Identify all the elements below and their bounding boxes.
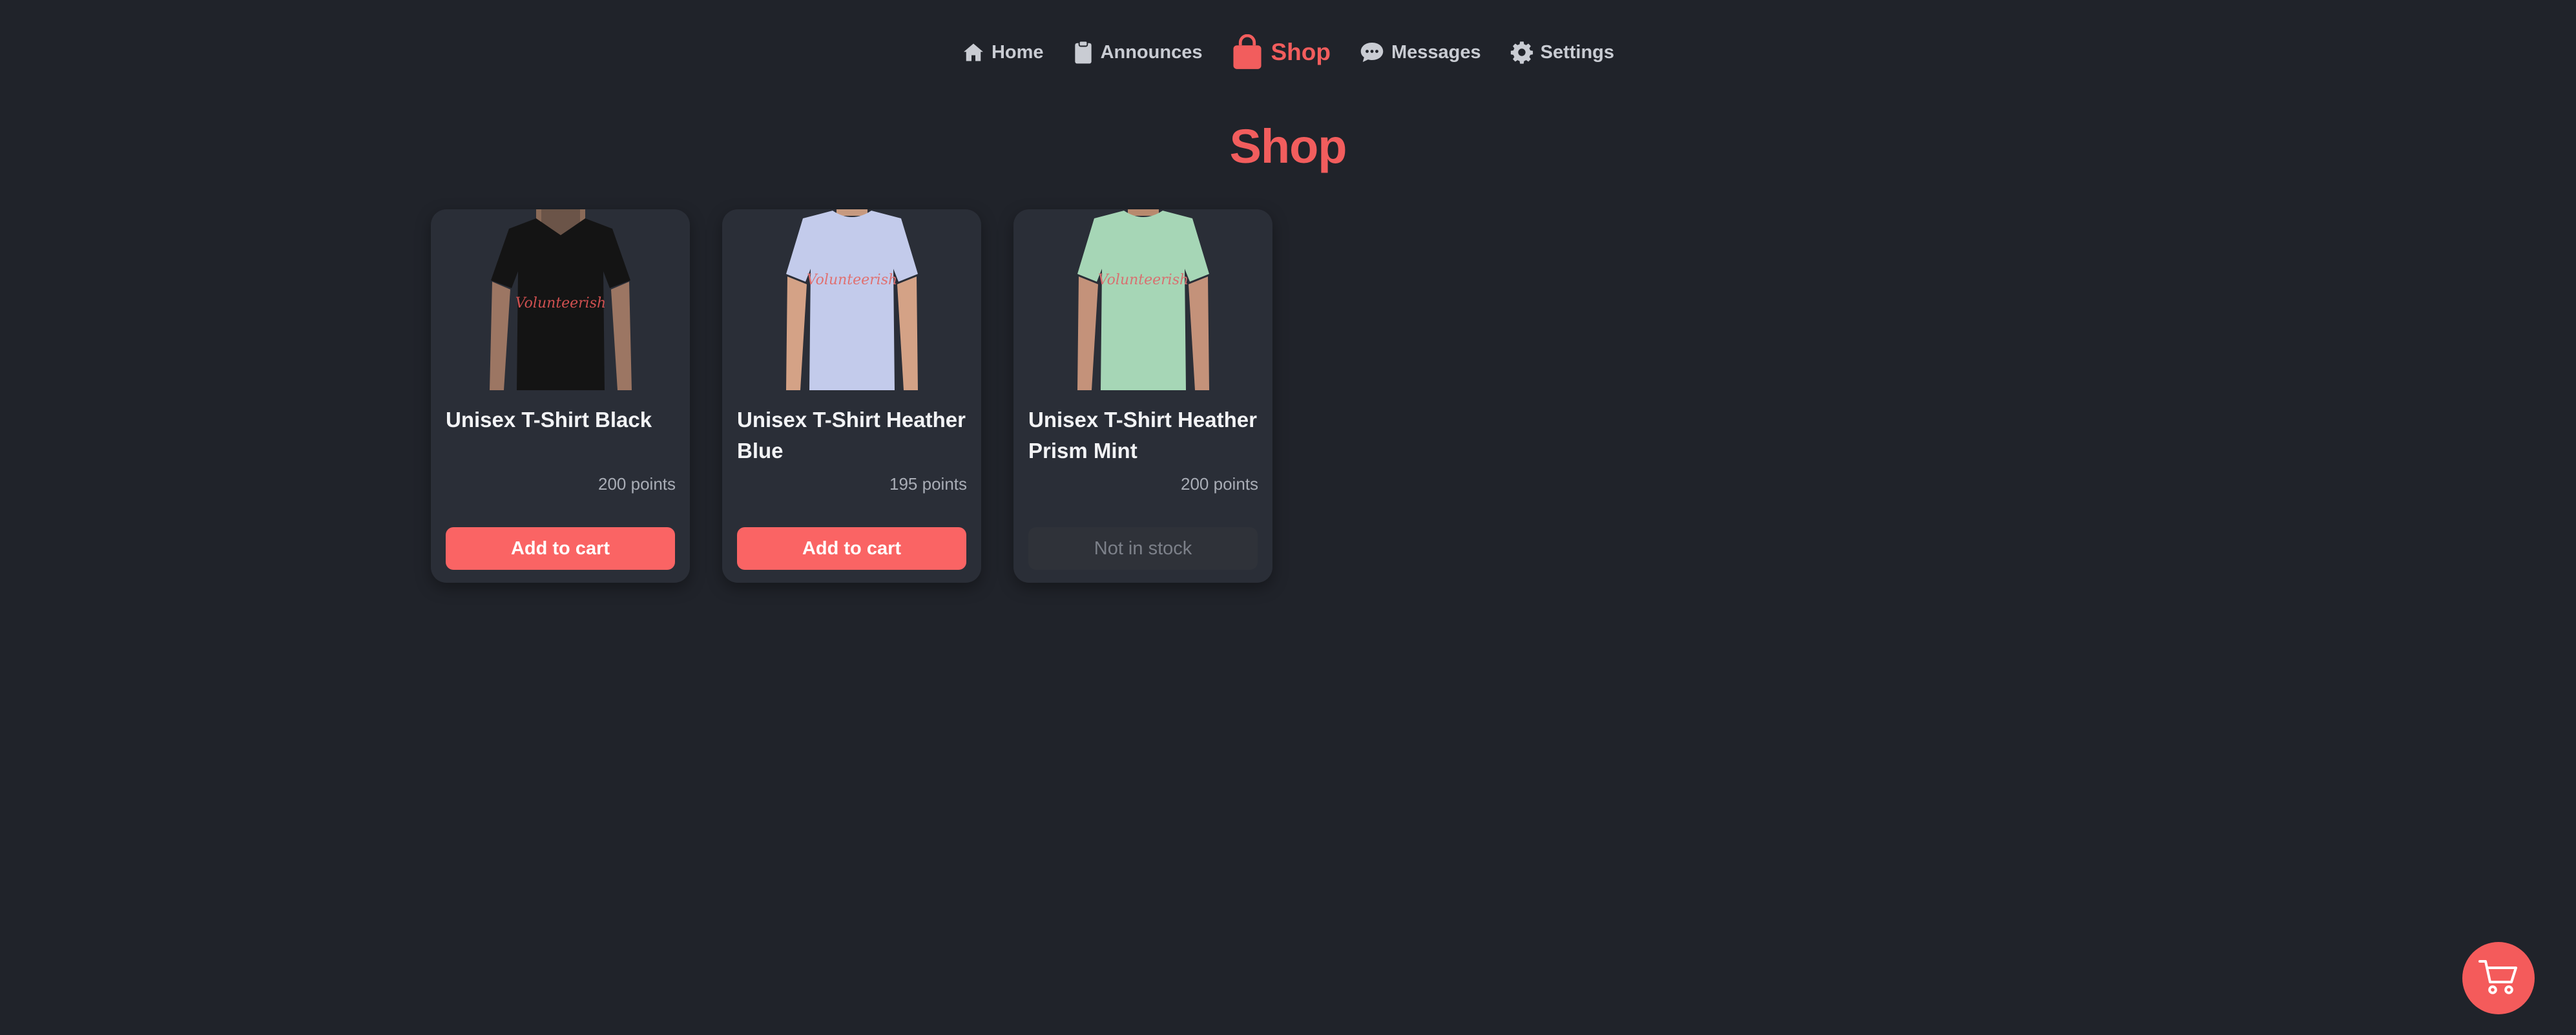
product-name: Unisex T-Shirt Black — [446, 408, 652, 432]
product-card: Volunteerish Unisex T-Shirt Black 200 po… — [431, 209, 690, 583]
not-in-stock-button: Not in stock — [1028, 527, 1258, 570]
gear-icon — [1510, 40, 1534, 65]
nav-announces[interactable]: Announces — [1058, 32, 1217, 72]
product-image: Volunteerish — [431, 209, 690, 390]
product-name: Unisex T-Shirt Heather Blue — [737, 408, 966, 463]
nav-home-label: Home — [991, 41, 1044, 63]
nav-home[interactable]: Home — [948, 32, 1058, 72]
cart-button[interactable] — [2462, 942, 2535, 1014]
nav-settings[interactable]: Settings — [1495, 32, 1628, 72]
svg-text:Volunteerish: Volunteerish — [806, 272, 897, 288]
page-title: Shop — [1229, 120, 1347, 173]
shopping-cart-icon — [2478, 957, 2519, 999]
svg-text:Volunteerish: Volunteerish — [1097, 272, 1188, 288]
top-nav: Home Announces Shop Messages Settings — [0, 32, 2576, 72]
nav-shop-label: Shop — [1271, 39, 1331, 65]
nav-announces-label: Announces — [1100, 41, 1203, 63]
chat-bubble-icon — [1359, 41, 1385, 64]
product-grid: Volunteerish Unisex T-Shirt Black 200 po… — [431, 209, 1272, 583]
shopping-bag-icon — [1231, 34, 1264, 70]
nav-shop[interactable]: Shop — [1216, 32, 1344, 72]
product-price: 200 points — [1181, 474, 1258, 494]
svg-text:Volunteerish: Volunteerish — [515, 295, 605, 311]
clipboard-icon — [1072, 40, 1094, 65]
product-card: Volunteerish Unisex T-Shirt Heather Blue… — [722, 209, 981, 583]
product-price: 195 points — [889, 474, 967, 494]
product-name: Unisex T-Shirt Heather Prism Mint — [1028, 408, 1257, 463]
product-price: 200 points — [598, 474, 676, 494]
nav-messages-label: Messages — [1391, 41, 1481, 63]
home-icon — [962, 41, 985, 64]
add-to-cart-button[interactable]: Add to cart — [446, 527, 675, 570]
product-image: Volunteerish — [1013, 209, 1272, 390]
product-card: Volunteerish Unisex T-Shirt Heather Pris… — [1013, 209, 1272, 583]
product-image: Volunteerish — [722, 209, 981, 390]
shop-page: Home Announces Shop Messages Settings Sh… — [0, 0, 2576, 1035]
add-to-cart-button[interactable]: Add to cart — [737, 527, 966, 570]
nav-settings-label: Settings — [1540, 41, 1615, 63]
nav-messages[interactable]: Messages — [1345, 32, 1495, 72]
